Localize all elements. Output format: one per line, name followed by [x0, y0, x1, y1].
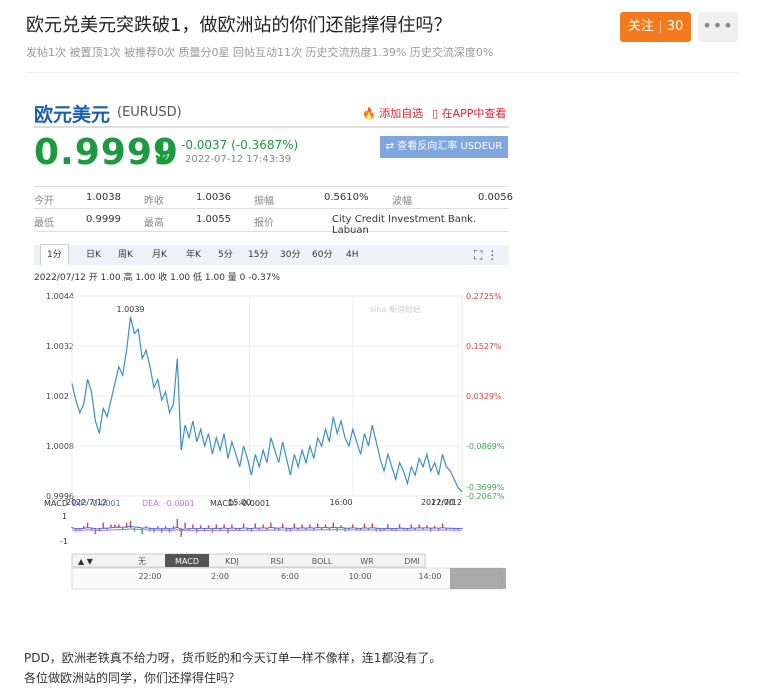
tab-4h[interactable]: 4H: [346, 245, 359, 265]
follow-label: 关注: [627, 19, 654, 34]
indicator-tab: MACD: [175, 557, 199, 566]
value-open: 1.0038: [86, 192, 121, 203]
open-in-app-link[interactable]: ▯ 在APP中查看: [432, 105, 506, 121]
value-prev-close: 1.0036: [196, 192, 231, 203]
label-amplitude: 振幅: [254, 196, 274, 207]
label-high: 最高: [144, 218, 164, 229]
sina-watermark: sina 新浪财经: [370, 304, 421, 314]
navigator-tick: 2:00: [211, 572, 229, 581]
pair-name: 欧元美元: [34, 104, 111, 126]
navigator-tick: 22:00: [138, 572, 161, 581]
navigator-tick: 14:00: [418, 572, 441, 581]
value-low: 0.9999: [86, 214, 121, 225]
label-range: 波幅: [392, 196, 412, 207]
macd-value: MACD: -0.0001: [210, 499, 270, 508]
indicator-tab: DMI: [404, 557, 419, 566]
tab-15min[interactable]: 15分: [248, 245, 268, 265]
label-open: 今开: [34, 196, 54, 207]
tab-year-k[interactable]: 年K: [186, 245, 201, 265]
quote-screenshot: 欧元美元 (EURUSD) 🔥 添加自选 ▯ 在APP中查看 0.9999 ↓ …: [32, 92, 513, 610]
indicator-tab: WR: [360, 557, 374, 566]
post-body-line-2: 各位做欧洲站的同学，你们还撑得住吗？: [24, 671, 241, 685]
last-change-label: -0.3699%: [466, 483, 505, 492]
tab-month-k[interactable]: 月K: [152, 245, 167, 265]
value-high: 1.0055: [196, 214, 231, 225]
reverse-rate-button[interactable]: ⇄ 查看反向汇率 USDEUR: [380, 136, 508, 158]
macd-dif: DIF: -0.0001: [72, 499, 121, 508]
indicator-tab: 无: [138, 557, 146, 566]
quote-row-2: 最低 0.9999 最高 1.0055 报价 City Credit Inves…: [34, 208, 509, 236]
label-quoter: 报价: [254, 218, 274, 229]
tab-week-k[interactable]: 周K: [118, 245, 133, 265]
navigator-tick: 10:00: [348, 572, 371, 581]
label-prev-close: 昨收: [144, 196, 164, 207]
y-tick-left: 1.0032: [46, 342, 74, 351]
fire-icon: 🔥: [362, 107, 376, 120]
navigator-window: [450, 568, 506, 589]
follow-count: 30: [666, 19, 684, 34]
phone-icon: ▯: [432, 107, 439, 120]
more-options-button[interactable]: •••: [698, 12, 738, 42]
navigator-tick: 6:00: [281, 572, 299, 581]
x-tick: 2022/7/12: [421, 498, 462, 507]
tab-1min[interactable]: 1分: [40, 244, 69, 265]
indicator-tab: BOLL: [312, 557, 333, 566]
y-tick-left: 1.0008: [46, 442, 74, 451]
label-low: 最低: [34, 218, 54, 229]
add-favorite-link[interactable]: 🔥 添加自选: [362, 105, 423, 121]
y-tick-right: -0.2067%: [466, 492, 505, 501]
y-tick-left: 1.002: [46, 392, 69, 401]
pair-code: (EURUSD): [117, 105, 182, 120]
indicator-tab: RSI: [271, 557, 284, 566]
tab-day-k[interactable]: 日K: [86, 245, 101, 265]
post-stats: 发帖1次 被置顶1次 被推荐0次 质量分0星 回帖互动11次 历史交流热度1.3…: [26, 46, 494, 59]
y-tick-left: 1.0044: [46, 292, 74, 301]
y-tick-right: 0.2725%: [466, 292, 502, 301]
macd-y-tick: -1: [60, 537, 68, 546]
divider: [26, 72, 738, 73]
open-in-app-label: 在APP中查看: [441, 107, 507, 120]
value-quoter: City Credit Investment Bank. Labuan: [332, 214, 477, 236]
y-tick-right: 0.0329%: [466, 392, 502, 401]
follow-button[interactable]: 关注 30: [620, 12, 691, 42]
tab-30min[interactable]: 30分: [280, 245, 300, 265]
macd-y-tick: 1: [62, 512, 67, 521]
price-chart: 1.0044 0.2725% 1.0032 0.1527% 1.002 0.0329% 1.…: [44, 292, 506, 590]
tab-5min[interactable]: 5分: [218, 245, 233, 265]
value-amplitude: 0.5610%: [324, 192, 369, 203]
fullscreen-menu-icon[interactable]: ⛶ ⋮: [474, 245, 498, 265]
y-tick-right: -0.0869%: [466, 442, 505, 451]
macd-dea: DEA: -0.0001: [142, 499, 195, 508]
macd-title: MACD: [44, 499, 68, 508]
nav-arrows: ▲ ▼: [78, 557, 94, 566]
header-rule: [34, 126, 509, 128]
post-body-line-1: PDD，欧洲老铁真不给力呀，货币贬的和今天订单一样不像样，连1都没有了。: [24, 651, 442, 665]
x-tick: 16:00: [330, 498, 353, 507]
quote-time: 2022-07-12 17:43:39: [185, 154, 292, 165]
y-tick-right: 0.1527%: [466, 342, 502, 351]
quote-row-1: 今开 1.0038 昨收 1.0036 振幅 0.5610% 波幅 0.0056: [34, 186, 513, 209]
high-label: 1.0039: [117, 305, 145, 314]
add-favorite-label: 添加自选: [379, 107, 424, 120]
down-arrow-icon: ↓: [150, 136, 174, 169]
indicator-tab: KDJ: [225, 557, 239, 566]
tab-60min[interactable]: 60分: [312, 245, 332, 265]
price-change: -0.0037 (-0.3687%): [181, 138, 299, 152]
period-tabs: 1分 日K 周K 月K 年K 5分 15分 30分 60分 4H ⛶ ⋮: [34, 244, 509, 265]
value-range: 0.0056: [478, 192, 513, 203]
post-title: 欧元兑美元突跌破1，做欧洲站的你们还能撑得住吗？: [26, 15, 452, 36]
